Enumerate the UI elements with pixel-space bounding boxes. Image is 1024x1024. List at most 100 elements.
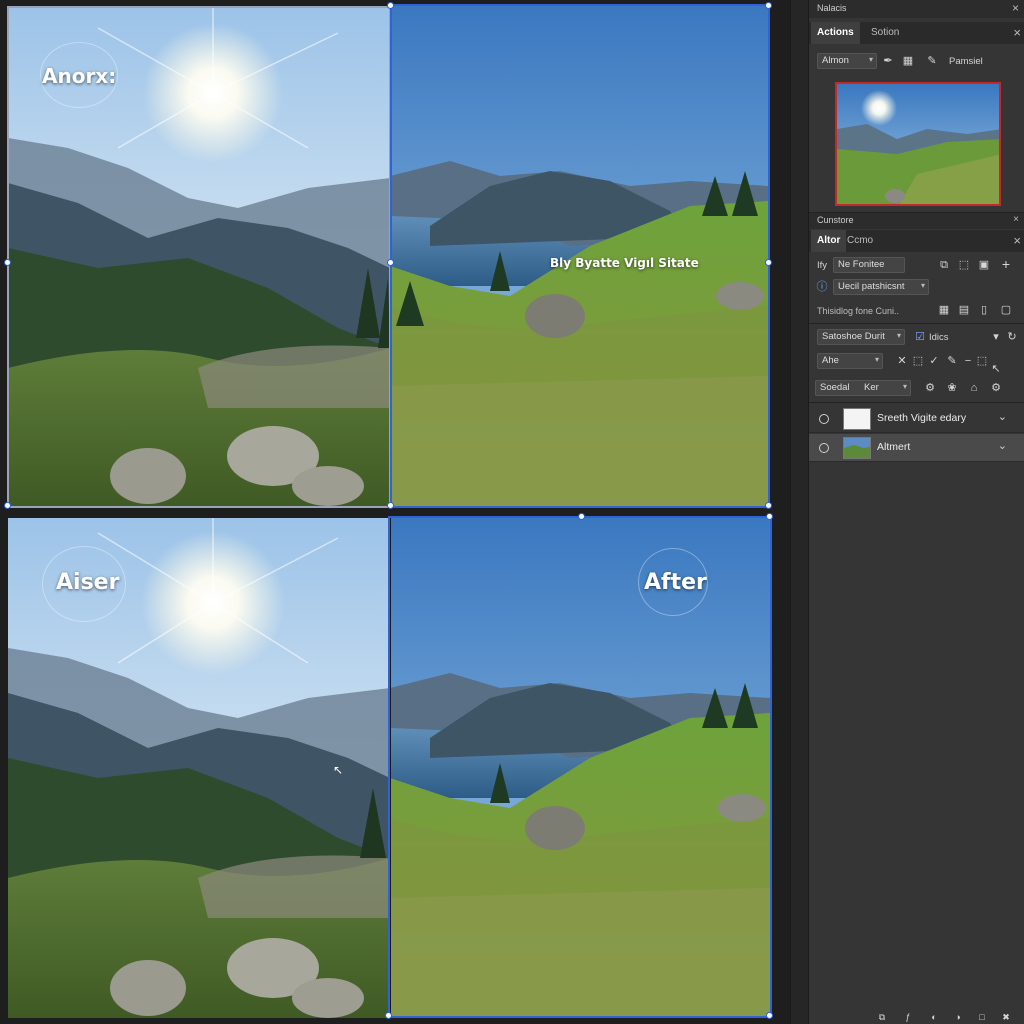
cursor-icon: ↖ (991, 363, 1001, 375)
blend-dropdown[interactable]: Ahe ▾ (817, 353, 883, 369)
tab-ccmo[interactable]: Ccmo (841, 230, 879, 252)
gear-icon[interactable]: ⚙ (923, 381, 937, 395)
section-title: Cunstore (817, 215, 854, 225)
fx-icon[interactable]: ƒ (901, 1010, 915, 1024)
select-icon[interactable]: ⬚ (911, 354, 925, 368)
transform-handle[interactable] (766, 513, 773, 520)
settings-row-b: ⓘ Uecil patshicsnt ▾ (809, 277, 1024, 299)
top-left-label: Anorx: (42, 64, 117, 88)
layers-icon[interactable]: ▤ (957, 303, 971, 317)
link-icon[interactable]: ⧉ (937, 258, 951, 272)
settings-row-a: Ify Ne Fonitee ⧉ ⬚ ▣ + (809, 255, 1024, 277)
after-label: After (644, 570, 707, 595)
transform-handle[interactable] (765, 259, 772, 266)
close-icon[interactable]: × (1013, 25, 1021, 40)
panel-divider (809, 402, 1024, 403)
frame-icon[interactable]: ▢ (999, 303, 1013, 317)
layer-name: Sreeth Vigite edary (877, 412, 967, 424)
panel-divider (809, 323, 1024, 324)
refresh-icon[interactable]: ↻ (1005, 330, 1019, 344)
page-icon[interactable]: ▯ (977, 303, 991, 317)
chevron-down-icon: ▾ (896, 331, 901, 340)
settings-row-e: Soedal Ker ▾ ⚙ ❀ ⌂ ⚙ (809, 378, 1024, 400)
transform-handle[interactable] (4, 259, 11, 266)
crop-icon[interactable]: ⬚ (957, 258, 971, 272)
adjustment-icon[interactable]: ◑ (951, 1010, 965, 1024)
image-icon[interactable]: ▣ (977, 258, 991, 272)
layer-row[interactable]: Altmert ⌄ (809, 434, 1024, 462)
pen-icon[interactable]: ✎ (925, 54, 939, 68)
settings-row-d: Ahe ▾ ✕ ⬚ ✓ ✎ − ⬚ ↖ (809, 351, 1024, 375)
palette-icon[interactable]: ❀ (945, 381, 959, 395)
font-field[interactable]: Ne Fonitee (833, 257, 905, 273)
bottom-right-image (390, 518, 770, 1018)
mode-dropdown[interactable]: Satoshoe Durit ▾ (817, 329, 905, 345)
preview-thumbnail (835, 82, 1001, 206)
mode-dropdown-value: Satoshoe Durit (822, 331, 885, 342)
minus-icon[interactable]: − (961, 354, 975, 368)
mask-icon[interactable]: ◐ (927, 1010, 941, 1024)
info-text: Thisidlog fone Cuni.. (817, 306, 900, 316)
checkbox-label: Idics (929, 332, 949, 343)
close-icon[interactable]: ✕ (895, 354, 909, 368)
close-icon[interactable]: × (1013, 233, 1021, 248)
add-icon[interactable]: + (999, 257, 1013, 271)
grid-icon[interactable]: ▦ (937, 303, 951, 317)
folder-icon[interactable]: □ (975, 1010, 989, 1024)
action-dropdown[interactable]: Almon ▾ (817, 53, 877, 69)
chevron-down-icon: ▾ (868, 55, 873, 64)
chevron-down-icon[interactable]: ▾ (989, 330, 1003, 344)
chevron-down-icon: ▾ (902, 382, 907, 391)
chevron-down-icon[interactable]: ⌄ (998, 439, 1007, 452)
trash-icon[interactable]: ✖ (999, 1010, 1013, 1024)
toolbar-label: Pamsiel (949, 56, 983, 67)
option-dropdown[interactable]: Uecil patshicsnt ▾ (833, 279, 929, 295)
layer-thumbnail (843, 408, 871, 430)
info-icon: ⓘ (816, 281, 828, 293)
visibility-icon[interactable] (819, 414, 829, 424)
sort-dropdown[interactable]: Soedal Ker ▾ (815, 380, 911, 396)
panel-header-title: Nalacis (817, 3, 847, 13)
transform-handle[interactable] (387, 259, 394, 266)
marquee-icon[interactable]: ⬚ (975, 354, 989, 368)
checkbox-icon[interactable]: ☑ (913, 330, 927, 344)
layer-name: Altmert (877, 441, 911, 453)
layer-row[interactable]: Sreeth Vigite edary ⌄ (809, 405, 1024, 433)
pen-icon[interactable]: ✎ (945, 354, 959, 368)
sort-dropdown-label: Soedal (820, 382, 850, 393)
transform-handle[interactable] (387, 2, 394, 9)
close-icon[interactable]: × (1012, 1, 1019, 15)
before-label: Aiser (56, 570, 120, 595)
brush-icon[interactable]: ✒ (881, 54, 895, 68)
transform-handle[interactable] (387, 502, 394, 509)
adjust-tabs: Altor Ccmo × (809, 230, 1024, 252)
top-right-caption: Bly Byatte Vigıl Sitate (550, 256, 699, 270)
row-a-prefix: Ify (817, 260, 828, 271)
tab-sotion[interactable]: Sotion (865, 22, 905, 44)
transform-handle[interactable] (766, 1012, 773, 1019)
panel-bottom-toolbar: ⧉ ƒ ◐ ◑ □ ✖ (809, 1010, 1024, 1024)
blend-dropdown-value: Ahe (822, 355, 839, 366)
check-icon[interactable]: ✓ (927, 354, 941, 368)
tab-actions[interactable]: Actions (811, 22, 860, 44)
link-icon[interactable]: ⧉ (875, 1010, 889, 1024)
home-icon[interactable]: ⌂ (967, 381, 981, 395)
right-panel: Nalacis × Actions Sotion × Almon ▾ ✒ ▦ ✎… (808, 0, 1024, 1024)
section-header: Cunstore × (809, 213, 1024, 229)
transform-handle[interactable] (765, 502, 772, 509)
split-divider[interactable] (389, 518, 391, 1018)
actions-toolbar: Almon ▾ ✒ ▦ ✎ Pamsiel (809, 51, 1024, 73)
action-dropdown-value: Almon (822, 55, 849, 66)
chevron-down-icon[interactable]: ⌄ (998, 410, 1007, 423)
vertical-scrollbar[interactable] (790, 0, 808, 1024)
transform-handle[interactable] (578, 513, 585, 520)
grid-icon[interactable]: ▦ (901, 54, 915, 68)
visibility-icon[interactable] (819, 443, 829, 453)
transform-handle[interactable] (385, 1012, 392, 1019)
transform-handle[interactable] (4, 502, 11, 509)
close-icon[interactable]: × (1013, 214, 1019, 225)
settings-row-c: Satoshoe Durit ▾ ☑ Idics ▾ ↻ (809, 327, 1024, 349)
transform-handle[interactable] (765, 2, 772, 9)
canvas-area[interactable]: Anorx: Bly Byatte Vigıl Sitate Aiser Aft… (0, 0, 800, 1024)
settings-icon[interactable]: ⚙ (989, 381, 1003, 395)
